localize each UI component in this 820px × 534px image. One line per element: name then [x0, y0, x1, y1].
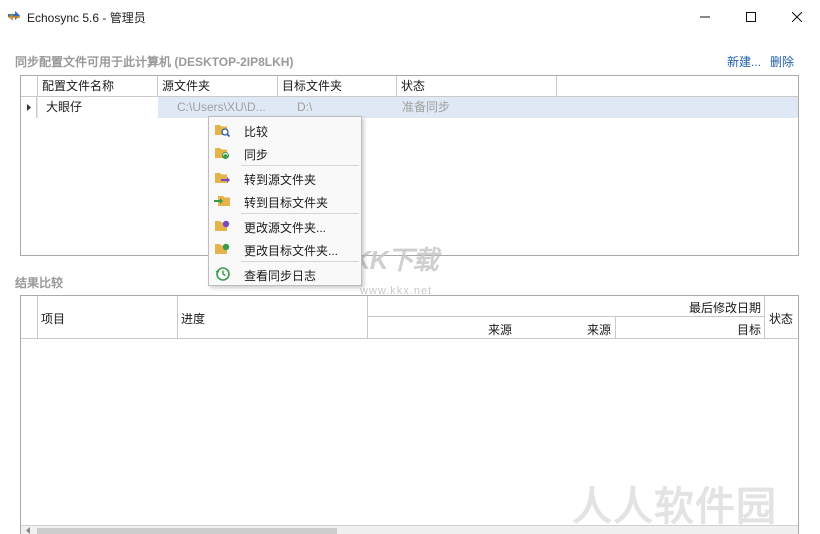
- context-menu: 比较 同步 转到源文件夹 转到目标文件夹 更改源文件夹... 更改目标文件夹..…: [208, 116, 362, 286]
- menu-separator: [241, 261, 359, 262]
- maximize-icon: [746, 11, 756, 22]
- results-header-divider: [367, 296, 368, 338]
- folder-arrow-in-icon: [214, 196, 230, 206]
- menu-item-view-log[interactable]: 查看同步日志: [211, 263, 359, 285]
- column-header-source-date-2[interactable]: 来源: [587, 321, 611, 338]
- history-icon: [215, 267, 230, 281]
- profile-status-cell[interactable]: 准备同步: [398, 97, 518, 118]
- row-header-corner: [21, 76, 38, 97]
- menu-item-label: 查看同步日志: [244, 269, 317, 283]
- results-header-divider: [615, 316, 616, 338]
- site-watermark: 人人软件园: [572, 485, 777, 529]
- table-row[interactable]: 大眼仔 C:\Users\XU\D... D:\ 准备同步: [21, 97, 798, 118]
- menu-item-compare[interactable]: 比较: [211, 119, 359, 141]
- menu-item-sync[interactable]: 同步: [211, 142, 359, 164]
- new-profile-link[interactable]: 新建...: [727, 53, 761, 70]
- results-subheader-line: [367, 316, 764, 317]
- column-header-name[interactable]: 配置文件名称: [38, 76, 158, 97]
- close-button[interactable]: [774, 0, 820, 33]
- menu-item-change-target[interactable]: 更改目标文件夹...: [211, 238, 359, 260]
- profile-source-cell[interactable]: C:\Users\XU\D...: [173, 97, 278, 118]
- menu-separator: [241, 213, 359, 214]
- column-header-target-date[interactable]: 目标: [737, 321, 761, 338]
- folder-magnifier-icon: [215, 125, 231, 138]
- menu-item-label: 更改目标文件夹...: [244, 244, 339, 258]
- row-indicator: [21, 97, 37, 118]
- maximize-button[interactable]: [728, 0, 774, 33]
- results-section-title: 结果比较: [15, 276, 64, 290]
- menu-item-change-source[interactable]: 更改源文件夹...: [211, 215, 359, 237]
- folder-sync-icon: [215, 148, 229, 159]
- menu-item-label: 转到目标文件夹: [244, 196, 329, 210]
- folder-arrow-icon: [215, 173, 230, 183]
- menu-item-goto-target[interactable]: 转到目标文件夹: [211, 190, 359, 212]
- window-title: Echosync 5.6 - 管理员: [27, 11, 146, 25]
- current-row-arrow-icon: [27, 104, 31, 111]
- column-header-last-modified[interactable]: 最后修改日期: [689, 299, 761, 316]
- minimize-icon: [700, 16, 710, 17]
- kk-watermark: KK下载: [352, 245, 439, 275]
- results-header-divider: [764, 296, 765, 338]
- column-header-progress[interactable]: 进度: [181, 310, 205, 327]
- scrollbar-thumb[interactable]: [37, 528, 337, 534]
- delete-profile-link[interactable]: 删除: [770, 53, 794, 70]
- results-header-divider: [177, 296, 178, 338]
- profiles-grid-header: 配置文件名称 源文件夹 目标文件夹 状态: [21, 76, 798, 97]
- results-header-bottom-line: [21, 338, 798, 339]
- column-header-item[interactable]: 项目: [41, 310, 65, 327]
- column-header-source-date[interactable]: 来源: [488, 321, 512, 338]
- scroll-left-icon[interactable]: [23, 526, 35, 534]
- profiles-grid[interactable]: 配置文件名称 源文件夹 目标文件夹 状态 大眼仔 C:\Users\XU\D..…: [20, 75, 799, 256]
- profile-name-cell[interactable]: 大眼仔: [38, 97, 158, 118]
- column-header-status[interactable]: 状态: [397, 76, 557, 97]
- minimize-button[interactable]: [682, 0, 728, 33]
- menu-separator: [241, 165, 359, 166]
- menu-item-label: 转到源文件夹: [244, 173, 317, 187]
- menu-item-label: 同步: [244, 148, 269, 162]
- column-header-target[interactable]: 目标文件夹: [278, 76, 397, 97]
- menu-item-label: 比较: [244, 125, 269, 139]
- results-header-divider: [37, 296, 38, 338]
- menu-item-label: 更改源文件夹...: [244, 221, 327, 235]
- kk-watermark-url: www.kkx.net: [360, 285, 433, 297]
- folder-edit-icon: [215, 220, 230, 231]
- menu-item-goto-source[interactable]: 转到源文件夹: [211, 167, 359, 189]
- close-icon: [792, 11, 802, 22]
- folder-edit-target-icon: [215, 243, 230, 254]
- sync-arrows-icon: [8, 11, 20, 21]
- profiles-section-title: 同步配置文件可用于此计算机 (DESKTOP-2IP8LKH): [15, 55, 294, 69]
- column-header-source[interactable]: 源文件夹: [158, 76, 278, 97]
- profile-target-cell[interactable]: D:\: [293, 97, 393, 118]
- column-header-status[interactable]: 状态: [769, 310, 793, 327]
- title-bar: Echosync 5.6 - 管理员: [0, 0, 820, 33]
